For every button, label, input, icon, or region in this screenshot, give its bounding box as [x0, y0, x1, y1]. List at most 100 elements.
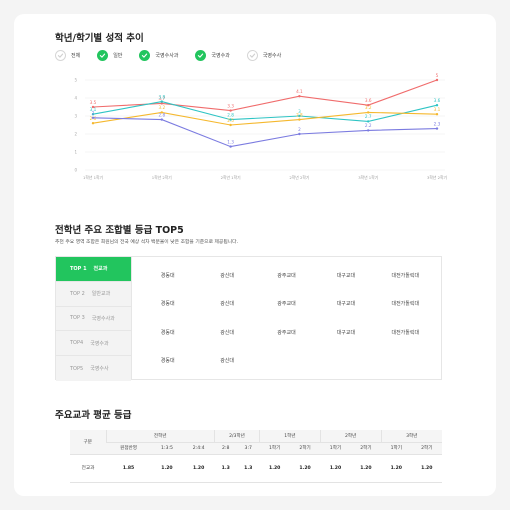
- series-3-point: [298, 132, 301, 136]
- filter-checkbox-label: 국영수사: [262, 53, 282, 59]
- series-2-point: [298, 118, 301, 121]
- university-name: 광주교대: [277, 301, 296, 308]
- y-tick-label: 4: [74, 96, 77, 101]
- series-0-data-label: 4.1: [296, 89, 303, 94]
- section-title-trend: 학년/학기별 성적 추이: [55, 33, 144, 44]
- check-icon: [97, 50, 109, 61]
- check-icon: [55, 50, 66, 61]
- y-tick-label: 0: [74, 168, 77, 173]
- series-2-point: [229, 123, 232, 127]
- table-group-header: 3학년: [380, 430, 442, 443]
- filter-checkbox-label: 일반: [113, 53, 123, 59]
- tab-label: 국영수사: [90, 366, 109, 373]
- series-2-point: [435, 113, 439, 116]
- series-3-point: [160, 118, 163, 121]
- tab-label: 일반교과: [91, 291, 111, 298]
- series-line-1: [92, 101, 438, 122]
- tab-top5[interactable]: TOP5 국영수사: [56, 356, 131, 381]
- series-0-point: [435, 78, 439, 82]
- average-grade-table: 구분 전학년 2/3학년 1학년 2학년 3학년 원점반영 1:3:5 2:4:4 2:8 3:…: [70, 430, 442, 483]
- university-name: 광신대: [220, 358, 234, 365]
- university-name: 광신대: [220, 272, 234, 279]
- tab-label: 국영수사과: [91, 315, 115, 322]
- tab-rank: TOP4: [70, 340, 84, 347]
- tab-top2[interactable]: TOP 2 일반교과: [56, 281, 131, 307]
- table-subheader: 1학기: [320, 442, 351, 455]
- university-name: 대전가톨릭대: [391, 301, 420, 308]
- series-3-point: [435, 127, 439, 130]
- table-subheader: 원점반영: [106, 442, 152, 455]
- x-tick-label: 2학년 2학기: [289, 175, 309, 180]
- filter-checkbox-4[interactable]: 국영수사: [246, 50, 282, 61]
- table-row-label: 전교과: [70, 454, 106, 483]
- series-0-data-label: 3.3: [227, 103, 234, 108]
- table-subheader: 2:8: [214, 442, 237, 455]
- table-subheader: 1학기: [381, 442, 412, 455]
- series-1-data-label: 3.8: [158, 94, 165, 99]
- university-name: 대전가톨릭대: [391, 329, 420, 336]
- empty-cell: [376, 347, 435, 376]
- tab-rank: TOP 2: [70, 290, 85, 297]
- table-cell: 1.85: [106, 454, 152, 483]
- filter-checkbox-0[interactable]: 전체: [55, 50, 80, 61]
- filter-checkbox-label: 국영수과: [211, 53, 230, 59]
- tab-rank: TOP 3: [70, 315, 85, 322]
- x-tick-label: 3학년 2학기: [427, 175, 447, 180]
- table-subheader: 1학기: [259, 442, 290, 455]
- series-3-data-label: 2.3: [434, 121, 441, 126]
- x-tick-label: 1학년 1학기: [83, 175, 103, 180]
- y-tick-label: 1: [74, 150, 77, 155]
- table-cell: 1.20: [381, 454, 412, 483]
- table-subheader: 1:3:5: [151, 442, 183, 455]
- university-name: 광신대: [220, 301, 234, 308]
- x-tick-label: 1학년 2학기: [152, 175, 172, 180]
- table-cell: 1.20: [350, 454, 382, 483]
- check-icon: [246, 50, 258, 61]
- y-tick-label: 2: [74, 132, 77, 137]
- series-2-data-label: 3.2: [365, 105, 372, 110]
- table-subheader: 3:7: [236, 442, 260, 455]
- tab-top1[interactable]: TOP 1 전교과: [56, 257, 131, 282]
- tab-rank: TOP5: [70, 365, 84, 372]
- series-3-data-label: 2.8: [158, 112, 165, 117]
- table-subheader: 2학기: [411, 442, 442, 455]
- table-group-header: 전학년: [105, 430, 215, 443]
- university-name: 광주교대: [277, 272, 296, 279]
- series-2-data-label: 2.5: [227, 118, 234, 123]
- series-2-data-label: 2.8: [296, 112, 303, 117]
- series-3-point: [91, 116, 95, 119]
- table-group-header: 1학년: [258, 430, 321, 443]
- tab-top4[interactable]: TOP4 국영수과: [56, 331, 131, 357]
- tab-label: 전교과: [93, 266, 108, 273]
- empty-cell: [316, 347, 375, 376]
- filter-checkbox-1[interactable]: 일반: [97, 50, 122, 61]
- x-tick-label: 3학년 1학기: [358, 175, 378, 180]
- series-line-0: [92, 79, 438, 112]
- tab-top3[interactable]: TOP 3 국영수사과: [56, 306, 131, 332]
- top5-tab-list: TOP 1 전교과 TOP 2 일반교과 TOP 3 국영수사과 TOP4 국영수과 TOP5 국…: [56, 257, 132, 381]
- series-3-data-label: 1.3: [227, 139, 234, 144]
- university-name: 대구교대: [336, 329, 356, 336]
- table-cell: 1.20: [289, 454, 321, 483]
- grade-trend-line-chart: 0 1 2 3 4 5 1학년 1학기 1학년 2학기 2학년 1학기 2학년 2학기 3학년 1학…: [74, 73, 447, 180]
- check-icon: [139, 50, 151, 61]
- table-cell: 1.20: [320, 454, 351, 483]
- filter-checkbox-2[interactable]: 국영수사과: [139, 50, 178, 61]
- series-3-point: [229, 145, 232, 148]
- check-icon: [195, 50, 207, 61]
- table-subheader: 2학기: [350, 442, 382, 455]
- series-1-data-label: 2.8: [227, 112, 234, 117]
- university-name: 경동대: [160, 358, 175, 365]
- university-name: 경동대: [160, 272, 175, 279]
- filter-checkbox-group: 전체 일반 국영수사과 국영수과 국영수사: [55, 50, 298, 61]
- filter-checkbox-label: 국영수사과: [155, 53, 179, 59]
- university-name: 광주교대: [277, 329, 296, 336]
- series-0-data-label: 5: [436, 73, 439, 78]
- series-0-data-label: 3.5: [90, 100, 97, 105]
- filter-checkbox-3[interactable]: 국영수과: [195, 50, 230, 61]
- section-title-average: 주요교과 평균 등급: [55, 410, 132, 421]
- series-0-data-label: 3.6: [365, 98, 372, 103]
- table-cell: 1.20: [411, 454, 442, 483]
- series-3-data-label: 2.2: [365, 123, 372, 128]
- series-1-point: [160, 100, 163, 103]
